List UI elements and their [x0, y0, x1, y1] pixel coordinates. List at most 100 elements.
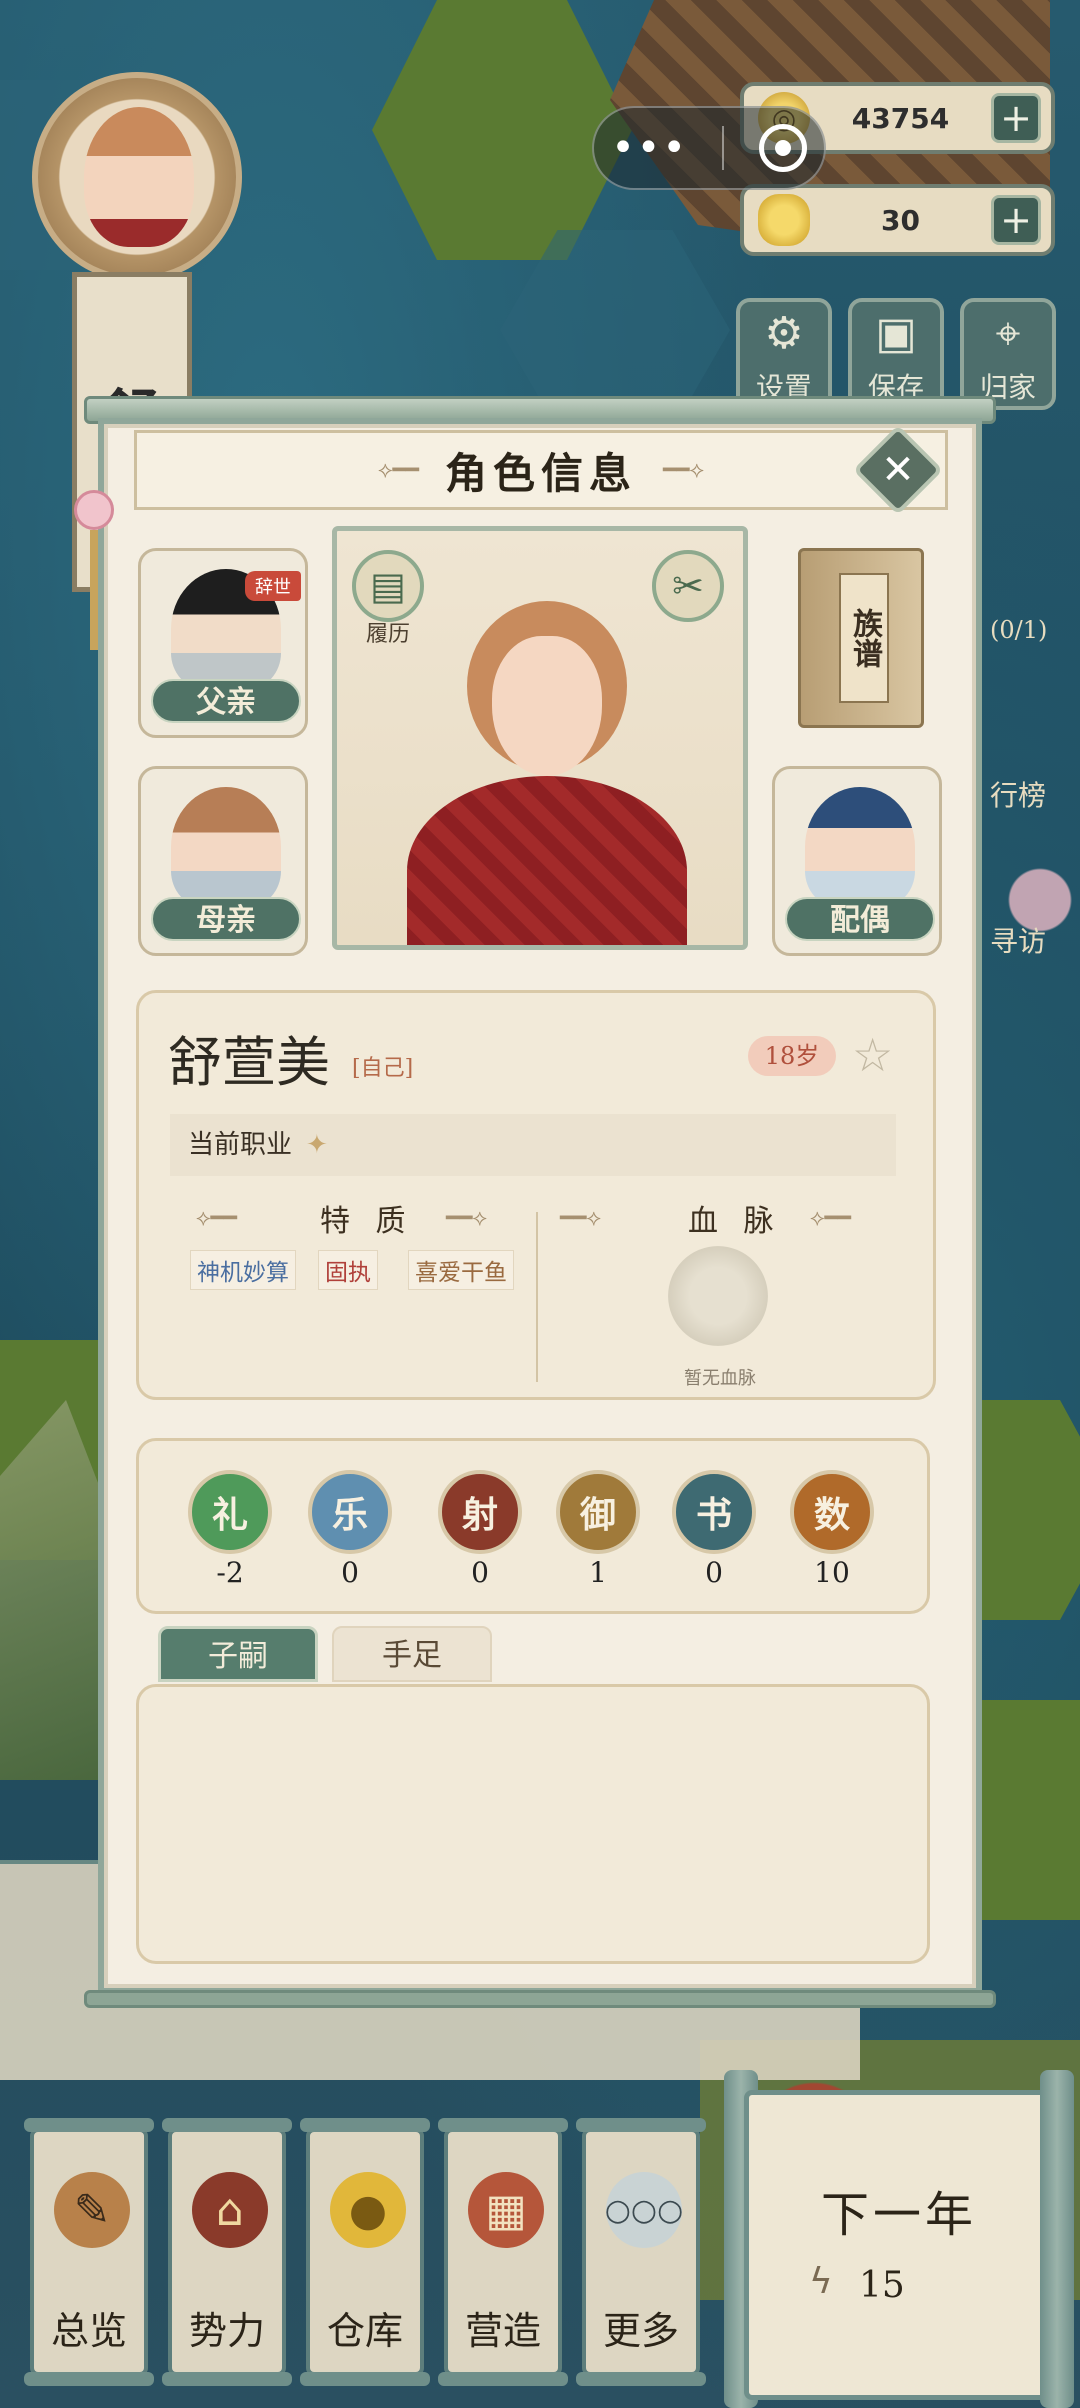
miniprogram-capsule: ••• [592, 106, 826, 190]
capsule-divider [722, 126, 725, 170]
clan-genealogy-label: 族谱 [839, 573, 889, 703]
panel-scroll-rod-bottom [84, 1990, 996, 2008]
father-card[interactable]: 辞世 父亲 [138, 548, 308, 738]
nav-more-label: 更多 [602, 2309, 679, 2353]
flower-tassel-ornament [74, 440, 114, 680]
close-miniprogram-button[interactable] [758, 124, 807, 172]
gear-icon: ⚙ [764, 308, 804, 359]
spouse-label: 配偶 [785, 897, 935, 941]
traits-ornament-right: ━━⟡ [446, 1206, 488, 1231]
nav-construction-label: 营造 [464, 2309, 541, 2353]
customize-appearance-button[interactable]: ✂ [652, 550, 724, 622]
trait-tag[interactable]: 神机妙算 [190, 1250, 296, 1290]
character-avatar [84, 107, 194, 247]
charioteering-value: 1 [589, 1556, 607, 1589]
location-pin-icon: ⌖ [995, 308, 1021, 359]
spouse-portrait [805, 787, 915, 907]
resume-label: 履历 [366, 622, 411, 647]
nav-warehouse-label: 仓库 [326, 2309, 403, 2353]
character-name: 舒萱美 [168, 1031, 330, 1094]
rites-art-icon[interactable]: 礼 [188, 1470, 272, 1554]
gold-ingot-icon [758, 194, 810, 246]
spouse-card[interactable]: 配偶 [772, 766, 942, 956]
palace-icon: ⌂ [192, 2172, 268, 2248]
favorite-star-button[interactable]: ☆ [852, 1028, 893, 1082]
go-home-button[interactable]: ⌖ 归家 [960, 298, 1056, 410]
money-bag-icon: ● [330, 2172, 406, 2248]
bloodline-ornament-right: ⟡━━ [810, 1206, 852, 1231]
resume-button[interactable]: ▤ [352, 550, 424, 622]
traits-heading: 特 质 [320, 1204, 414, 1239]
energy-count: 15 [859, 2265, 905, 2306]
phoenix-emblem-icon [668, 1246, 768, 1346]
mother-label: 母亲 [151, 897, 301, 941]
save-icon: ▣ [875, 308, 917, 359]
trowel-bricks-icon: ▦ [468, 2172, 544, 2248]
deceased-badge: 辞世 [245, 571, 301, 601]
settings-button[interactable]: ⚙ 设置 [736, 298, 832, 410]
close-icon: ✕ [881, 447, 915, 493]
nav-warehouse[interactable]: ● 仓库 [300, 2118, 430, 2386]
title-ornament-left: ⟡━━ [377, 457, 419, 483]
nav-overview[interactable]: ✎ 总览 [24, 2118, 154, 2386]
mathematics-value: 10 [814, 1556, 850, 1589]
current-occupation-label: 当前职业 [188, 1130, 293, 1160]
panel-title-bar: ⟡━━ 角色信息 ━━⟡ [134, 430, 948, 510]
rites-value: -2 [216, 1556, 244, 1589]
add-coins-button[interactable]: + [991, 93, 1041, 143]
nav-overview-label: 总览 [50, 2309, 127, 2353]
tab-siblings[interactable]: 手足 [332, 1626, 492, 1682]
more-menu-button[interactable]: ••• [611, 125, 688, 171]
nav-faction-label: 势力 [188, 2309, 265, 2353]
brush-scroll-icon: ✎ [54, 2172, 130, 2248]
no-bloodline-text: 暂无血脉 [684, 1368, 756, 1389]
sparkle-icon: ✦ [306, 1130, 328, 1160]
title-ornament-right: ━━⟡ [663, 457, 705, 483]
bloodline-ornament-left: ━━⟡ [560, 1206, 602, 1231]
bloodline-heading: 血 脉 [688, 1204, 782, 1239]
father-label: 父亲 [151, 679, 301, 723]
scroll-document-icon: ▤ [370, 564, 406, 608]
traits-ornament-left: ⟡━━ [196, 1206, 238, 1231]
next-year-button[interactable]: 下一年 ϟ 15 [744, 2090, 1054, 2400]
map-tile-grass [372, 0, 632, 260]
trait-tag[interactable]: 喜爱干鱼 [408, 1250, 514, 1290]
section-divider [536, 1212, 538, 1382]
panel-title: 角色信息 [444, 448, 637, 498]
current-occupation-row: 当前职业 ✦ [170, 1114, 896, 1176]
mother-portrait [171, 787, 281, 907]
nav-more[interactable]: ○○○ 更多 [576, 2118, 706, 2386]
tab-children[interactable]: 子嗣 [158, 1626, 318, 1682]
clan-genealogy-button[interactable]: 族谱 [798, 548, 924, 728]
children-list [136, 1684, 930, 1964]
lightning-energy-icon: ϟ [809, 2261, 833, 2302]
leaderboard-button[interactable]: 行榜 [990, 774, 1046, 814]
more-dots-icon: ○○○ [605, 2172, 683, 2248]
age-badge: 18岁 [748, 1036, 836, 1076]
ingot-value: 30 [881, 203, 920, 237]
tassel-string [90, 530, 98, 650]
self-tag: [自己] [352, 1056, 414, 1081]
archery-art-icon[interactable]: 射 [438, 1470, 522, 1554]
mathematics-art-icon[interactable]: 数 [790, 1470, 874, 1554]
music-value: 0 [341, 1556, 359, 1589]
next-year-label: 下一年 [820, 2187, 977, 2243]
charioteering-art-icon[interactable]: 御 [556, 1470, 640, 1554]
coin-value: 43754 [851, 101, 950, 135]
archery-value: 0 [471, 1556, 489, 1589]
quest-progress: (0/1) [990, 616, 1048, 644]
mother-card[interactable]: 母亲 [138, 766, 308, 956]
calligraphy-art-icon[interactable]: 书 [672, 1470, 756, 1554]
music-art-icon[interactable]: 乐 [308, 1470, 392, 1554]
visit-button[interactable]: 寻访 [990, 920, 1046, 960]
calligraphy-value: 0 [705, 1556, 723, 1589]
portrait-face [492, 636, 602, 776]
scissors-comb-icon: ✂ [672, 564, 704, 608]
add-ingots-button[interactable]: + [991, 195, 1041, 245]
trait-tag[interactable]: 固执 [318, 1250, 378, 1290]
save-button[interactable]: ▣ 保存 [848, 298, 944, 410]
flower-icon [74, 490, 114, 530]
nav-construction[interactable]: ▦ 营造 [438, 2118, 568, 2386]
nav-faction[interactable]: ⌂ 势力 [162, 2118, 292, 2386]
portrait-red-robe [407, 776, 687, 945]
